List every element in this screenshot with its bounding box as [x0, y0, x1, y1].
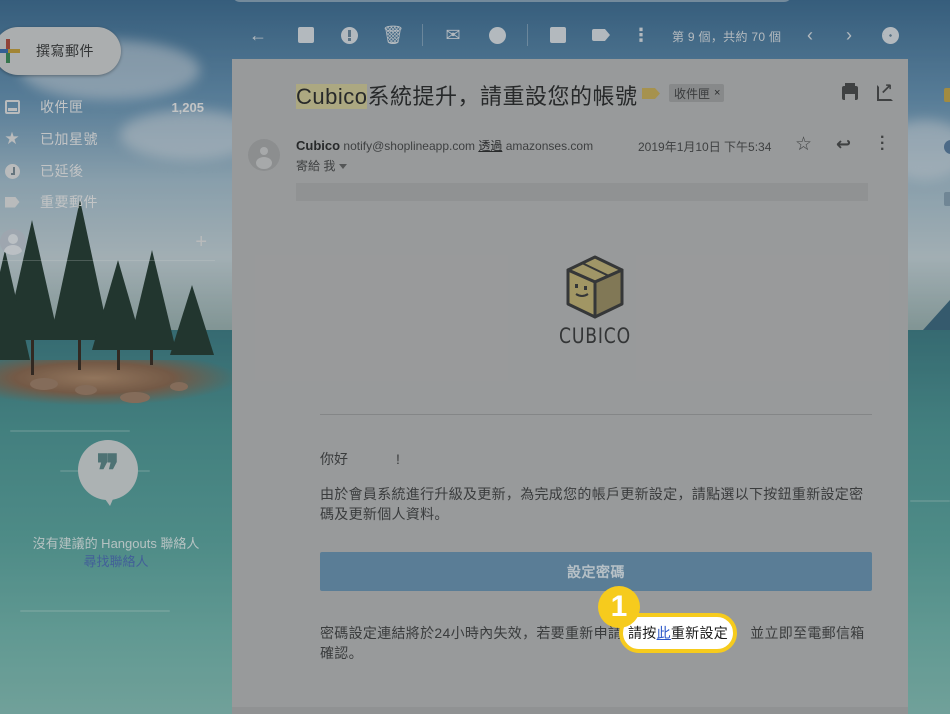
- sender-info: Cubico notify@shoplineapp.com 透過 amazons…: [296, 137, 593, 154]
- inbox-label-chip: 收件匣 ×: [669, 84, 725, 102]
- step-number-badge: 1: [598, 586, 640, 628]
- callout-text-before: 請按: [627, 625, 657, 641]
- back-arrow-icon[interactable]: ←: [247, 24, 269, 46]
- body-paragraph: 由於會員系統進行升級及更新，為完成您的帳戶更新設定，請點選以下按鈕重新設定密碼及…: [320, 486, 864, 522]
- add-hangout-button[interactable]: +: [195, 231, 207, 254]
- more-icon[interactable]: ⋮: [630, 24, 652, 46]
- clock-icon: [4, 163, 20, 179]
- find-contacts-link[interactable]: 尋找聯絡人: [0, 553, 232, 571]
- nav-item-label: 重要郵件: [40, 194, 98, 210]
- keep-icon[interactable]: [944, 88, 950, 102]
- report-spam-icon[interactable]: [338, 24, 360, 46]
- cubico-logo-text: CUBICO: [558, 324, 632, 348]
- search-bar[interactable]: [232, 0, 792, 2]
- move-to-icon[interactable]: [547, 24, 569, 46]
- nav-item-label: 收件匣: [40, 99, 84, 115]
- pagination-text: 第 9 個，共約 70 個: [672, 30, 782, 44]
- hangouts-quote-icon: ❞: [78, 440, 138, 506]
- nav-item-important[interactable]: 重要郵件: [0, 187, 215, 217]
- side-panel: [908, 0, 950, 714]
- sender-avatar: [248, 139, 280, 171]
- next-icon[interactable]: ›: [838, 24, 860, 46]
- sender-name: Cubico: [296, 138, 341, 153]
- compose-label: 撰寫郵件: [36, 43, 94, 59]
- nav-item-inbox[interactable]: 收件匣 1,205: [0, 92, 215, 122]
- settings-icon[interactable]: [879, 24, 901, 46]
- more-options-icon[interactable]: · · ·: [880, 130, 885, 158]
- prev-icon[interactable]: ‹: [799, 24, 821, 46]
- hangouts-header: +: [0, 229, 215, 261]
- print-icon[interactable]: [842, 83, 858, 100]
- user-avatar[interactable]: [0, 229, 26, 255]
- nav-item-starred[interactable]: ★ 已加星號: [0, 124, 215, 154]
- labels-icon[interactable]: [590, 24, 612, 46]
- chevron-down-icon[interactable]: [339, 164, 348, 170]
- star-icon: ★: [4, 129, 20, 148]
- toolbar-divider: [527, 24, 528, 46]
- star-icon[interactable]: ☆: [795, 133, 812, 156]
- nav-item-label: 已延後: [40, 163, 84, 179]
- inbox-unread-count: 1,205: [171, 99, 204, 115]
- sender-address: notify@shoplineapp.com: [343, 139, 475, 153]
- set-password-button[interactable]: 設定密碼: [320, 552, 872, 591]
- inbox-icon: [4, 99, 20, 115]
- email-footer-band: [232, 707, 908, 714]
- callout-text-after: 重新設定: [670, 625, 729, 641]
- recipient-line[interactable]: 寄給 我: [296, 157, 348, 174]
- reset-here-link[interactable]: 此: [657, 623, 671, 643]
- compose-plus-icon: [0, 39, 20, 63]
- email-subject: Cubico系統提升，請重設您的帳號: [296, 84, 638, 109]
- expiry-note: 密碼設定連結將於24小時內失效，若要重新申請 並立即至電郵信箱確認。: [320, 625, 865, 661]
- greeting: 你好!: [320, 451, 400, 467]
- nav-item-label: 已加星號: [40, 131, 98, 147]
- email-header-band: [296, 183, 868, 201]
- tasks-icon[interactable]: [944, 140, 950, 154]
- message-toolbar: ← 🗑 ✉ ⋮ 第 9 個，共約 70 個 ‹ ›: [232, 22, 908, 48]
- snooze-icon[interactable]: [486, 24, 508, 46]
- calendar-icon[interactable]: [944, 192, 950, 206]
- cubico-logo-icon: [564, 254, 626, 320]
- email-date: 2019年1月10日 下午5:34: [638, 140, 772, 154]
- delete-icon[interactable]: 🗑: [382, 24, 405, 46]
- open-new-window-icon[interactable]: [877, 80, 893, 101]
- reset-link-callout: 請按此重新設定: [619, 613, 737, 653]
- via-domain: amazonses.com: [505, 139, 594, 153]
- via-link[interactable]: 透過: [478, 139, 502, 153]
- important-marker-icon[interactable]: [642, 88, 660, 99]
- mark-unread-icon[interactable]: ✉: [442, 24, 464, 46]
- hangouts-empty-text: 沒有建議的 Hangouts 聯絡人: [32, 536, 200, 551]
- nav-item-snoozed[interactable]: 已延後: [0, 156, 215, 186]
- label-chip-text: 收件匣: [674, 86, 711, 101]
- remove-label-button[interactable]: ×: [714, 87, 720, 99]
- label-important-icon: [4, 194, 20, 210]
- toolbar-divider: [422, 24, 423, 46]
- reply-icon[interactable]: ↩: [836, 134, 851, 155]
- compose-button[interactable]: 撰寫郵件: [0, 27, 121, 75]
- content-divider: [320, 414, 872, 415]
- hangouts-empty-state: 沒有建議的 Hangouts 聯絡人 尋找聯絡人: [0, 535, 232, 571]
- email-view: Cubico系統提升，請重設您的帳號 收件匣 × Cubico notify@s…: [232, 59, 908, 714]
- archive-icon[interactable]: [295, 24, 317, 46]
